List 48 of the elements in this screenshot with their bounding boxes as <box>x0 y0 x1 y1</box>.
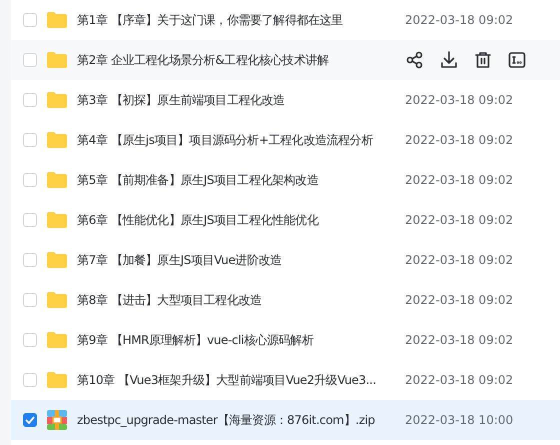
folder-icon <box>47 292 67 308</box>
folder-icon <box>47 372 67 388</box>
file-name[interactable]: 第3章 【初探】原生前端项目工程化改造 <box>77 92 405 108</box>
file-name[interactable]: 第6章 【性能优化】原生JS项目工程化性能优化 <box>77 212 405 228</box>
file-name[interactable]: 第4章 【原生js项目】项目源码分析+工程化改造流程分析 <box>77 132 405 148</box>
folder-icon <box>47 52 67 68</box>
folder-icon <box>47 212 67 228</box>
modified-date: 2022-03-18 09:02 <box>405 293 514 307</box>
modified-date: 2022-03-18 09:02 <box>405 253 514 267</box>
rename-icon[interactable] <box>507 50 527 70</box>
file-name[interactable]: zbestpc_upgrade-master【海量资源：876it.com】.zip <box>77 412 405 428</box>
folder-icon <box>47 132 67 148</box>
file-row[interactable]: 第5章 【前期准备】原生JS项目工程化架构改造 2022-03-18 09:02 <box>11 160 560 200</box>
file-name[interactable]: 第7章 【加餐】原生JS项目Vue进阶改造 <box>77 252 405 268</box>
file-name[interactable]: 第9章 【HMR原理解析】vue-cli核心源码解析 <box>77 332 405 348</box>
checkbox[interactable] <box>23 413 37 427</box>
file-row[interactable]: 第7章 【加餐】原生JS项目Vue进阶改造 2022-03-18 09:02 <box>11 240 560 280</box>
folder-icon <box>47 172 67 188</box>
file-name[interactable]: 第1章 【序章】关于这门课，你需要了解得都在这里 <box>77 12 405 28</box>
file-row[interactable]: 第8章 【进击】大型项目工程化改造 2022-03-18 09:02 <box>11 280 560 320</box>
modified-date: 2022-03-18 09:02 <box>405 133 514 147</box>
delete-icon[interactable] <box>473 50 493 70</box>
file-row[interactable]: 第9章 【HMR原理解析】vue-cli核心源码解析 2022-03-18 09:02 <box>11 320 560 360</box>
modified-date: 2022-03-18 09:02 <box>405 13 514 27</box>
file-name[interactable]: 第8章 【进击】大型项目工程化改造 <box>77 292 405 308</box>
download-icon[interactable] <box>439 50 459 70</box>
file-name[interactable]: 第5章 【前期准备】原生JS项目工程化架构改造 <box>77 172 405 188</box>
folder-icon <box>47 92 67 108</box>
modified-date: 2022-03-18 09:02 <box>405 213 514 227</box>
file-row[interactable]: 第2章 企业工程化场景分析&工程化核心技术讲解 <box>11 40 560 80</box>
modified-date: 2022-03-18 09:02 <box>405 373 514 387</box>
modified-date: 2022-03-18 09:02 <box>405 173 514 187</box>
file-name[interactable]: 第2章 企业工程化场景分析&工程化核心技术讲解 <box>77 52 405 68</box>
file-row[interactable]: zbestpc_upgrade-master【海量资源：876it.com】.zip 2022-03-18 10:00 <box>11 400 560 440</box>
folder-icon <box>47 252 67 268</box>
modified-date: 2022-03-18 09:02 <box>405 333 514 347</box>
modified-date: 2022-03-18 10:00 <box>405 413 514 427</box>
file-row[interactable]: 第10章 【Vue3框架升级】大型前端项目Vue2升级Vue3... 2022-03-18 09:02 <box>11 360 560 400</box>
folder-icon <box>47 12 67 28</box>
folder-icon <box>47 332 67 348</box>
share-icon[interactable] <box>405 50 425 70</box>
modified-date: 2022-03-18 09:02 <box>405 93 514 107</box>
file-row[interactable]: 第3章 【初探】原生前端项目工程化改造 2022-03-18 09:02 <box>11 80 560 120</box>
archive-icon <box>47 410 67 430</box>
file-row[interactable]: 第4章 【原生js项目】项目源码分析+工程化改造流程分析 2022-03-18 09:02 <box>11 120 560 160</box>
file-row[interactable]: 第6章 【性能优化】原生JS项目工程化性能优化 2022-03-18 09:02 <box>11 200 560 240</box>
file-row[interactable]: 第1章 【序章】关于这门课，你需要了解得都在这里 2022-03-18 09:02 <box>11 0 560 40</box>
file-name[interactable]: 第10章 【Vue3框架升级】大型前端项目Vue2升级Vue3... <box>77 372 405 388</box>
